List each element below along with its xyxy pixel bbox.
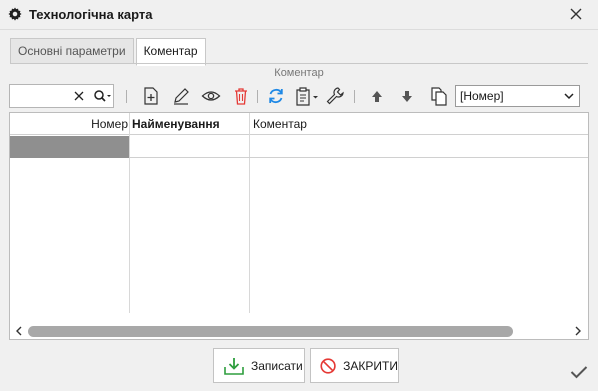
download-save-icon	[224, 357, 244, 375]
scroll-right-icon[interactable]	[573, 325, 583, 337]
cancel-icon	[320, 357, 336, 374]
clear-icon[interactable]	[73, 90, 85, 102]
tab-main-params[interactable]: Основні параметри	[10, 38, 134, 64]
add-icon[interactable]	[141, 86, 161, 106]
arrow-up-icon[interactable]	[367, 86, 387, 106]
chevron-down-icon	[564, 93, 574, 100]
sort-select[interactable]: [Номер]	[455, 85, 580, 107]
window-title: Технологічна карта	[29, 7, 153, 22]
comments-table[interactable]: Номер Найменування Коментар	[9, 112, 589, 340]
copy-icon[interactable]	[429, 86, 449, 106]
sort-select-value: [Номер]	[460, 89, 504, 103]
column-header-name[interactable]: Найменування	[132, 113, 220, 135]
arrow-down-icon[interactable]	[397, 86, 417, 106]
close-button[interactable]: ЗАКРИТИ	[310, 348, 399, 383]
horizontal-scrollbar[interactable]	[10, 322, 588, 339]
tab-bar: Основні параметри Коментар	[10, 38, 208, 66]
selected-cell[interactable]	[10, 136, 129, 158]
toolbar-separator	[126, 90, 127, 103]
section-caption: Коментар	[274, 67, 324, 79]
tab-divider	[10, 63, 588, 64]
view-icon[interactable]	[201, 86, 221, 106]
search-input[interactable]	[12, 87, 68, 105]
search-box	[9, 84, 114, 108]
clipboard-icon[interactable]	[294, 86, 320, 106]
scrollbar-thumb[interactable]	[28, 326, 513, 337]
close-button-label: ЗАКРИТИ	[343, 358, 398, 373]
close-icon[interactable]	[568, 6, 584, 22]
gear-icon	[8, 7, 22, 21]
search-icon[interactable]	[93, 89, 113, 103]
delete-icon[interactable]	[231, 86, 251, 106]
table-header: Номер Найменування Коментар	[10, 113, 588, 135]
table-row[interactable]	[10, 136, 588, 158]
tab-comment[interactable]: Коментар	[135, 38, 206, 66]
save-button[interactable]: Записати	[213, 348, 305, 383]
refresh-icon[interactable]	[266, 86, 286, 106]
checkmark-icon[interactable]	[570, 365, 588, 379]
toolbar-separator	[354, 90, 355, 103]
settings-wrench-icon[interactable]	[325, 86, 345, 106]
save-button-label: Записати	[251, 358, 303, 373]
toolbar-separator	[257, 90, 258, 103]
scroll-left-icon[interactable]	[14, 325, 24, 337]
edit-icon[interactable]	[171, 86, 191, 106]
column-header-number[interactable]: Номер	[10, 113, 128, 135]
title-bar: Технологічна карта	[0, 0, 598, 30]
column-header-comment[interactable]: Коментар	[253, 113, 307, 135]
